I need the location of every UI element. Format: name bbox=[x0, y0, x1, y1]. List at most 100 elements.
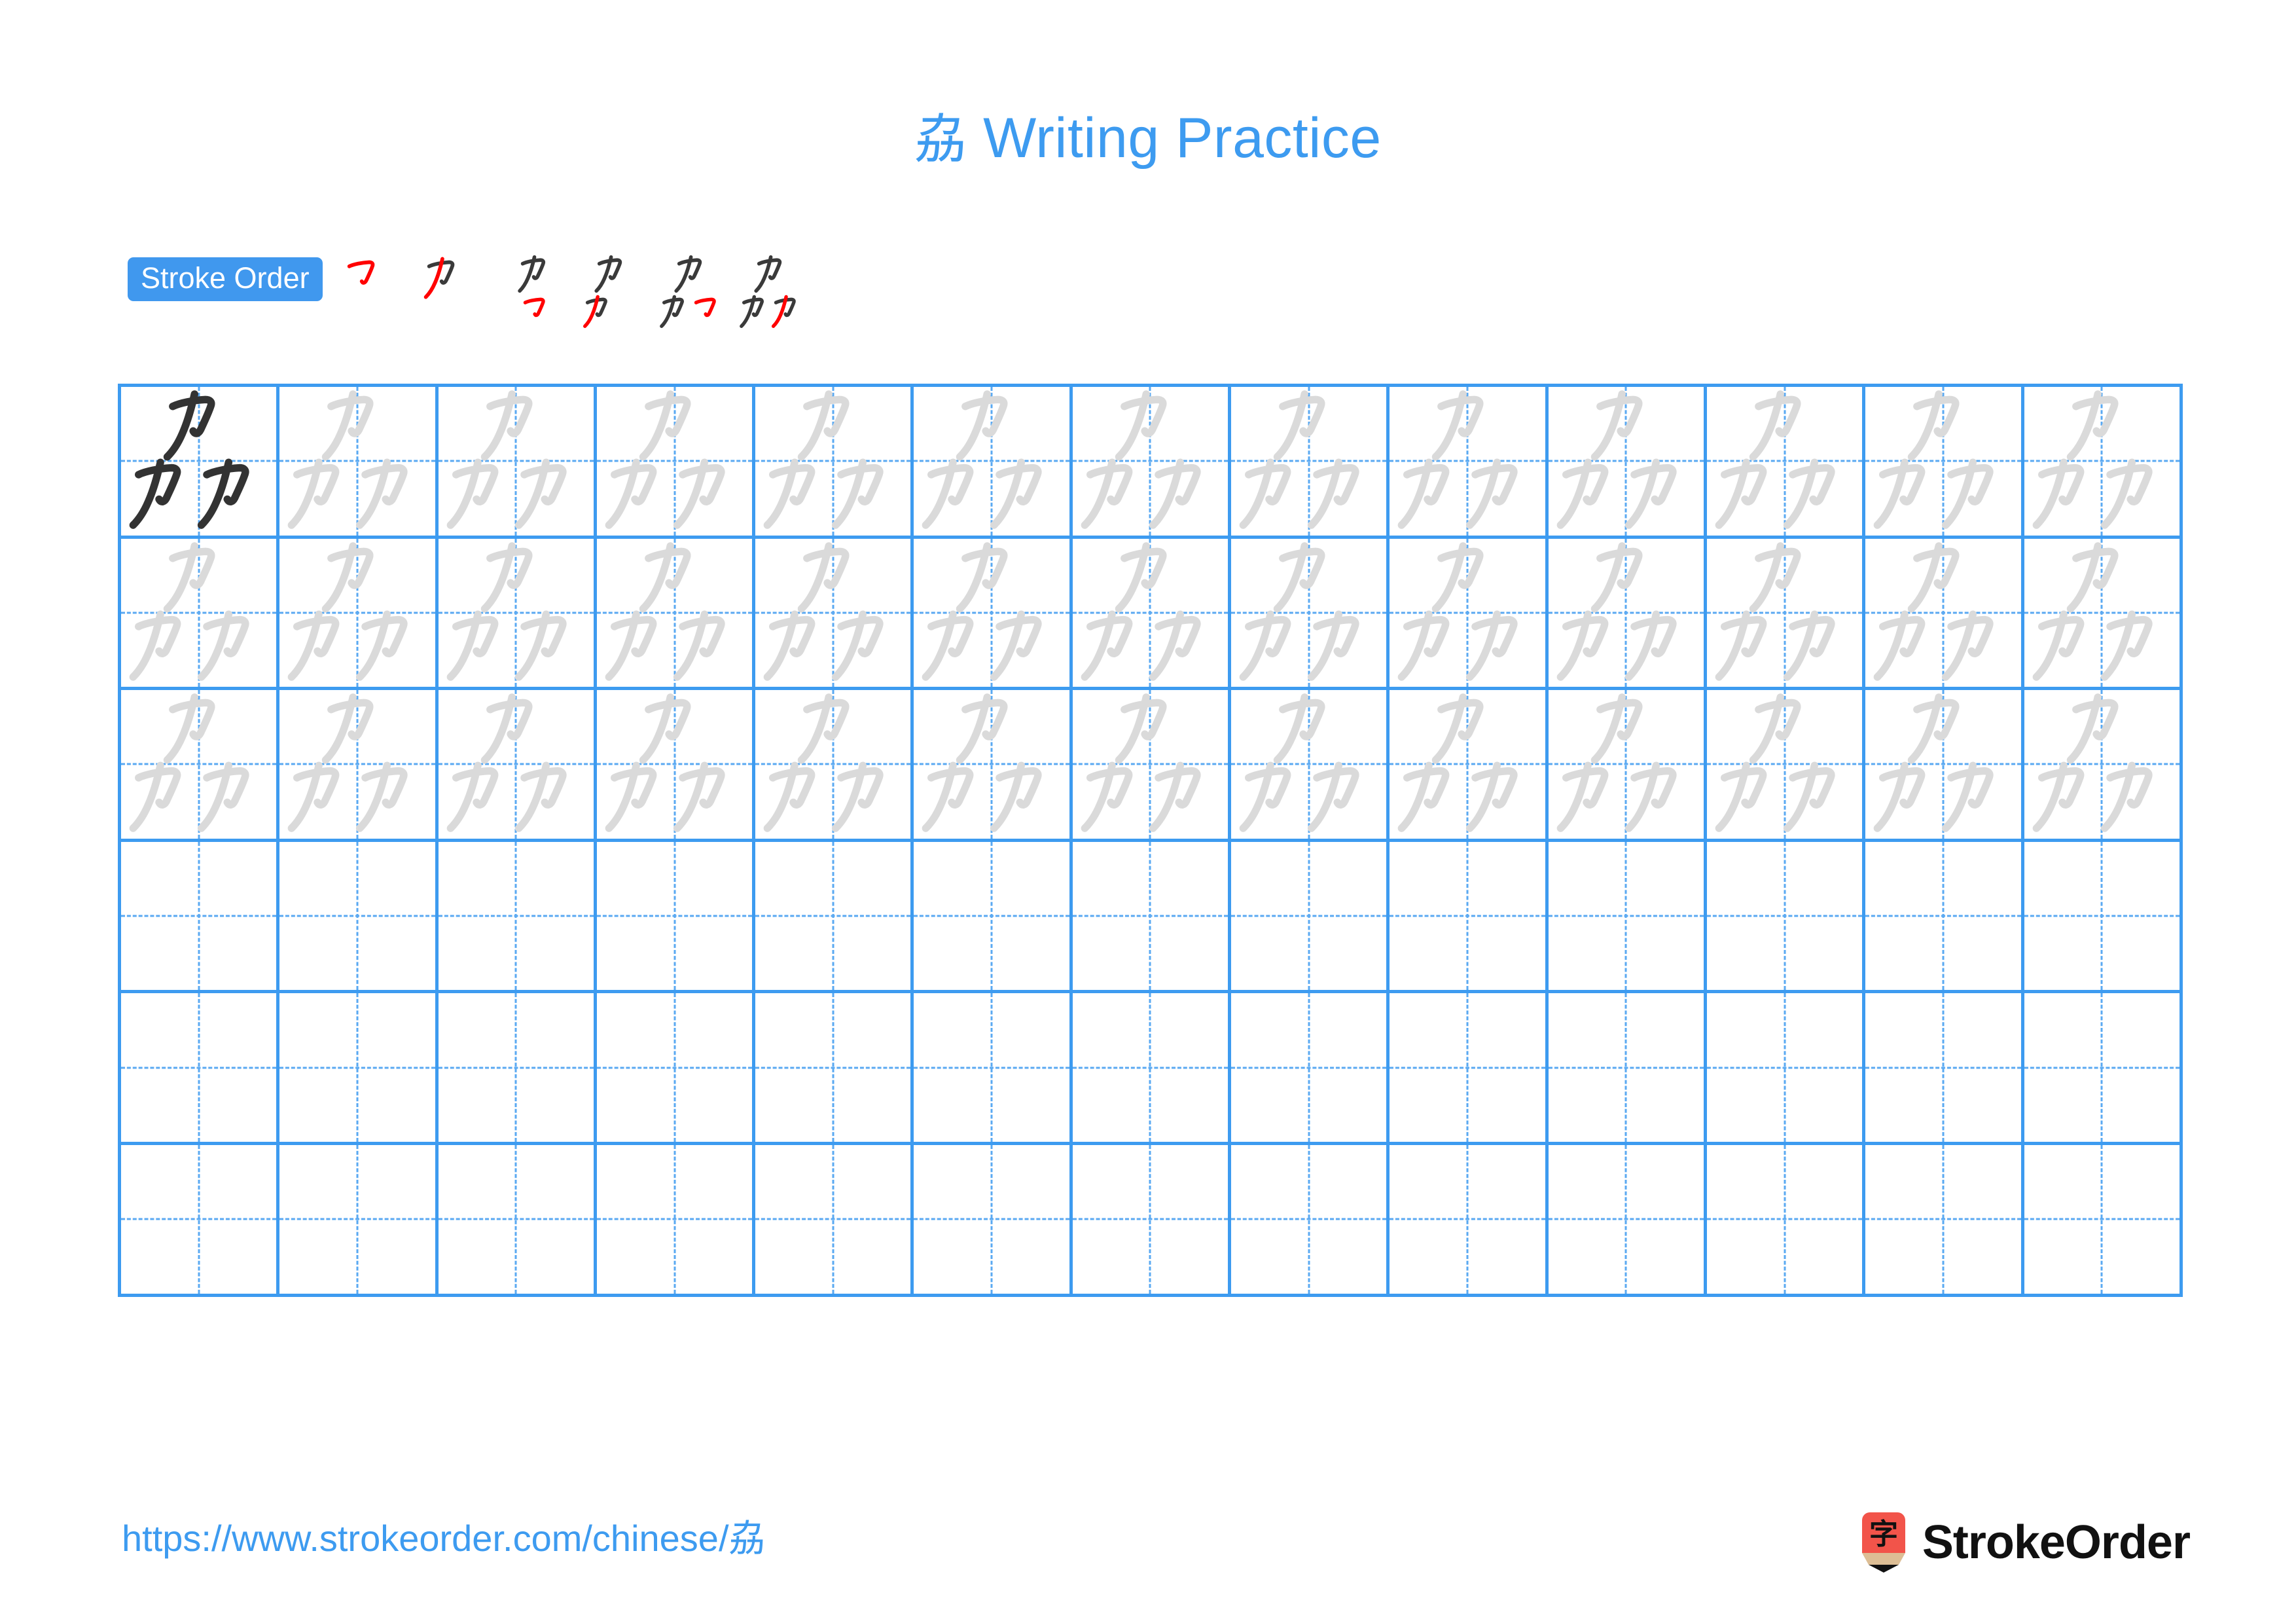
grid-cell-r4-c5[interactable] bbox=[755, 841, 914, 994]
grid-cell-r3-c3[interactable] bbox=[438, 690, 597, 842]
grid-cell-r4-c12[interactable] bbox=[1865, 841, 2024, 994]
grid-cell-r6-c4[interactable] bbox=[596, 1144, 756, 1297]
grid-cell-r1-c1[interactable] bbox=[121, 387, 280, 539]
grid-cell-r4-c3[interactable] bbox=[438, 841, 597, 994]
grid-cell-r2-c12[interactable] bbox=[1865, 538, 2024, 691]
grid-cell-r3-c6[interactable] bbox=[914, 690, 1073, 842]
grid-cell-r2-c11[interactable] bbox=[1706, 538, 1866, 691]
grid-cell-r6-c1[interactable] bbox=[121, 1144, 280, 1297]
grid-cell-r6-c12[interactable] bbox=[1865, 1144, 2024, 1297]
grid-cell-r5-c13[interactable] bbox=[2024, 993, 2183, 1145]
cell-guide-horizontal bbox=[914, 1067, 1069, 1069]
grid-cell-r6-c11[interactable] bbox=[1706, 1144, 1866, 1297]
grid-cell-r4-c10[interactable] bbox=[1548, 841, 1707, 994]
trace-character bbox=[439, 539, 594, 687]
pencil-logo-svg: 字 bbox=[1861, 1512, 1905, 1573]
grid-cell-r5-c9[interactable] bbox=[1390, 993, 1549, 1145]
grid-cell-r5-c6[interactable] bbox=[914, 993, 1073, 1145]
grid-cell-r3-c2[interactable] bbox=[279, 690, 439, 842]
grid-cell-r2-c13[interactable] bbox=[2024, 538, 2183, 691]
cell-guide-horizontal bbox=[1072, 915, 1229, 917]
pencil-logo-icon: 字 bbox=[1859, 1512, 1908, 1573]
grid-cell-r1-c2[interactable] bbox=[279, 387, 439, 539]
grid-cell-r3-c8[interactable] bbox=[1231, 690, 1390, 842]
grid-cell-r3-c1[interactable] bbox=[121, 690, 280, 842]
grid-cell-r6-c2[interactable] bbox=[279, 1144, 439, 1297]
grid-cell-r5-c10[interactable] bbox=[1548, 993, 1707, 1145]
grid-cell-r5-c11[interactable] bbox=[1706, 993, 1866, 1145]
cell-guide-horizontal bbox=[1865, 1067, 2021, 1069]
grid-cell-r6-c8[interactable] bbox=[1231, 1144, 1390, 1297]
stroke-step-4-glyph bbox=[583, 255, 622, 328]
grid-cell-r6-c9[interactable] bbox=[1390, 1144, 1549, 1297]
grid-cell-r4-c8[interactable] bbox=[1231, 841, 1390, 994]
grid-cell-r4-c4[interactable] bbox=[596, 841, 756, 994]
grid-cell-r1-c11[interactable] bbox=[1706, 387, 1866, 539]
grid-cell-r3-c4[interactable] bbox=[596, 690, 756, 842]
grid-cell-r5-c7[interactable] bbox=[1072, 993, 1232, 1145]
grid-cell-r1-c3[interactable] bbox=[438, 387, 597, 539]
grid-cell-r5-c5[interactable] bbox=[755, 993, 914, 1145]
grid-cell-r6-c10[interactable] bbox=[1548, 1144, 1707, 1297]
stroke-order-badge: Stroke Order bbox=[128, 257, 323, 301]
grid-cell-r4-c1[interactable] bbox=[121, 841, 280, 994]
trace-character bbox=[755, 387, 910, 536]
trace-character bbox=[2024, 387, 2179, 536]
grid-cell-r6-c6[interactable] bbox=[914, 1144, 1073, 1297]
grid-cell-r4-c2[interactable] bbox=[279, 841, 439, 994]
grid-cell-r2-c3[interactable] bbox=[438, 538, 597, 691]
grid-cell-r2-c1[interactable] bbox=[121, 538, 280, 691]
grid-cell-r4-c13[interactable] bbox=[2024, 841, 2183, 994]
grid-cell-r1-c5[interactable] bbox=[755, 387, 914, 539]
grid-cell-r2-c4[interactable] bbox=[596, 538, 756, 691]
grid-cell-r3-c7[interactable] bbox=[1072, 690, 1232, 842]
grid-cell-r2-c5[interactable] bbox=[755, 538, 914, 691]
grid-cell-r1-c6[interactable] bbox=[914, 387, 1073, 539]
footer-url[interactable]: https://www.strokeorder.com/chinese/劦 bbox=[122, 1520, 766, 1557]
grid-cell-r2-c10[interactable] bbox=[1548, 538, 1707, 691]
grid-cell-r5-c4[interactable] bbox=[596, 993, 756, 1145]
grid-cell-r1-c9[interactable] bbox=[1390, 387, 1549, 539]
grid-cell-r6-c13[interactable] bbox=[2024, 1144, 2183, 1297]
cell-guide-horizontal bbox=[121, 915, 277, 917]
grid-cell-r4-c11[interactable] bbox=[1706, 841, 1866, 994]
grid-cell-r5-c8[interactable] bbox=[1231, 993, 1390, 1145]
grid-cell-r1-c4[interactable] bbox=[596, 387, 756, 539]
grid-cell-r1-c13[interactable] bbox=[2024, 387, 2183, 539]
cell-guide-horizontal bbox=[121, 1218, 277, 1220]
trace-character bbox=[755, 539, 910, 687]
grid-cell-r5-c1[interactable] bbox=[121, 993, 280, 1145]
grid-cell-r1-c7[interactable] bbox=[1072, 387, 1232, 539]
grid-cell-r6-c5[interactable] bbox=[755, 1144, 914, 1297]
stroke-step-3 bbox=[497, 254, 577, 334]
grid-cell-r5-c2[interactable] bbox=[279, 993, 439, 1145]
grid-cell-r3-c13[interactable] bbox=[2024, 690, 2183, 842]
grid-cell-r1-c8[interactable] bbox=[1231, 387, 1390, 539]
grid-row bbox=[121, 993, 2183, 1145]
grid-cell-r5-c3[interactable] bbox=[438, 993, 597, 1145]
grid-cell-r2-c7[interactable] bbox=[1072, 538, 1232, 691]
brand-logo[interactable]: 字 StrokeOrder bbox=[1859, 1506, 2191, 1579]
trace-character bbox=[1707, 539, 1862, 687]
grid-cell-r3-c12[interactable] bbox=[1865, 690, 2024, 842]
cell-guide-horizontal bbox=[438, 1218, 594, 1220]
grid-cell-r1-c10[interactable] bbox=[1548, 387, 1707, 539]
grid-cell-r2-c6[interactable] bbox=[914, 538, 1073, 691]
grid-cell-r3-c11[interactable] bbox=[1706, 690, 1866, 842]
trace-character bbox=[2024, 539, 2179, 687]
cell-guide-horizontal bbox=[438, 1067, 594, 1069]
grid-cell-r4-c7[interactable] bbox=[1072, 841, 1232, 994]
grid-cell-r6-c7[interactable] bbox=[1072, 1144, 1232, 1297]
grid-cell-r5-c12[interactable] bbox=[1865, 993, 2024, 1145]
grid-cell-r4-c6[interactable] bbox=[914, 841, 1073, 994]
grid-cell-r4-c9[interactable] bbox=[1390, 841, 1549, 994]
grid-cell-r3-c10[interactable] bbox=[1548, 690, 1707, 842]
grid-cell-r2-c9[interactable] bbox=[1390, 538, 1549, 691]
grid-cell-r1-c12[interactable] bbox=[1865, 387, 2024, 539]
grid-cell-r3-c5[interactable] bbox=[755, 690, 914, 842]
grid-cell-r3-c9[interactable] bbox=[1390, 690, 1549, 842]
grid-cell-r2-c8[interactable] bbox=[1231, 538, 1390, 691]
grid-cell-r6-c3[interactable] bbox=[438, 1144, 597, 1297]
trace-character bbox=[1390, 387, 1545, 536]
grid-cell-r2-c2[interactable] bbox=[279, 538, 439, 691]
